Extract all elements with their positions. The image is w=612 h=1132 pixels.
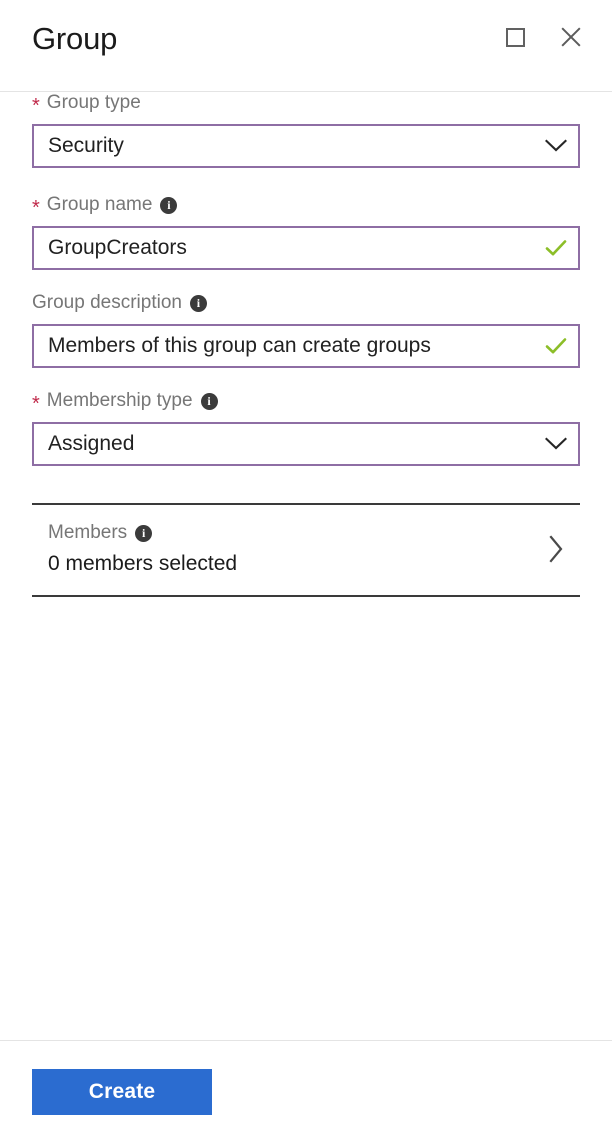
group-name-input[interactable]: GroupCreators xyxy=(32,226,580,270)
chevron-right-icon xyxy=(536,535,576,563)
header-actions xyxy=(500,22,586,52)
group-name-value: GroupCreators xyxy=(48,236,187,259)
required-asterisk-icon: * xyxy=(32,197,40,219)
group-description-label: Group description i xyxy=(32,292,580,314)
maximize-button[interactable] xyxy=(500,22,530,52)
checkmark-icon xyxy=(534,326,578,366)
group-type-value: Security xyxy=(48,134,124,157)
group-name-label: * Group name i xyxy=(32,194,580,219)
required-asterisk-icon: * xyxy=(32,393,40,415)
group-description-label-text: Group description xyxy=(32,292,182,313)
field-group-type: * Group type Security xyxy=(32,92,580,168)
membership-type-label: * Membership type i xyxy=(32,390,580,415)
members-label: Members i xyxy=(48,522,536,544)
close-icon xyxy=(560,26,582,48)
group-type-dropdown[interactable]: Security xyxy=(32,124,580,168)
blade-header: Group xyxy=(0,0,612,92)
membership-type-value: Assigned xyxy=(48,432,135,455)
field-group-name: * Group name i GroupCreators xyxy=(32,194,580,270)
members-section: Members i 0 members selected xyxy=(32,503,580,597)
group-description-input[interactable]: Members of this group can create groups xyxy=(32,324,580,368)
members-row[interactable]: Members i 0 members selected xyxy=(32,505,580,595)
info-icon[interactable]: i xyxy=(200,392,218,410)
info-icon[interactable]: i xyxy=(189,294,207,312)
members-label-text: Members xyxy=(48,522,128,543)
info-icon[interactable]: i xyxy=(135,524,153,542)
group-type-label: * Group type xyxy=(32,92,580,117)
field-membership-type: * Membership type i Assigned xyxy=(32,390,580,466)
members-selected-value: 0 members selected xyxy=(48,552,238,575)
close-button[interactable] xyxy=(556,22,586,52)
page-title: Group xyxy=(32,21,118,56)
membership-type-dropdown[interactable]: Assigned xyxy=(32,422,580,466)
field-group-description: Group description i Members of this grou… xyxy=(32,292,580,368)
create-button[interactable]: Create xyxy=(32,1069,212,1115)
checkmark-icon xyxy=(534,228,578,268)
group-description-value: Members of this group can create groups xyxy=(48,334,431,357)
group-name-label-text: Group name xyxy=(46,194,153,215)
group-type-label-text: Group type xyxy=(46,92,141,113)
blade-footer: Create xyxy=(0,1040,612,1132)
group-create-form: * Group type Security * Group name i Gro… xyxy=(0,92,612,1040)
info-icon[interactable]: i xyxy=(160,196,178,214)
membership-type-label-text: Membership type xyxy=(46,390,193,411)
chevron-down-icon xyxy=(534,126,578,166)
maximize-icon xyxy=(505,27,525,47)
required-asterisk-icon: * xyxy=(32,95,40,117)
chevron-down-icon xyxy=(534,424,578,464)
members-text: Members i 0 members selected xyxy=(48,522,536,576)
